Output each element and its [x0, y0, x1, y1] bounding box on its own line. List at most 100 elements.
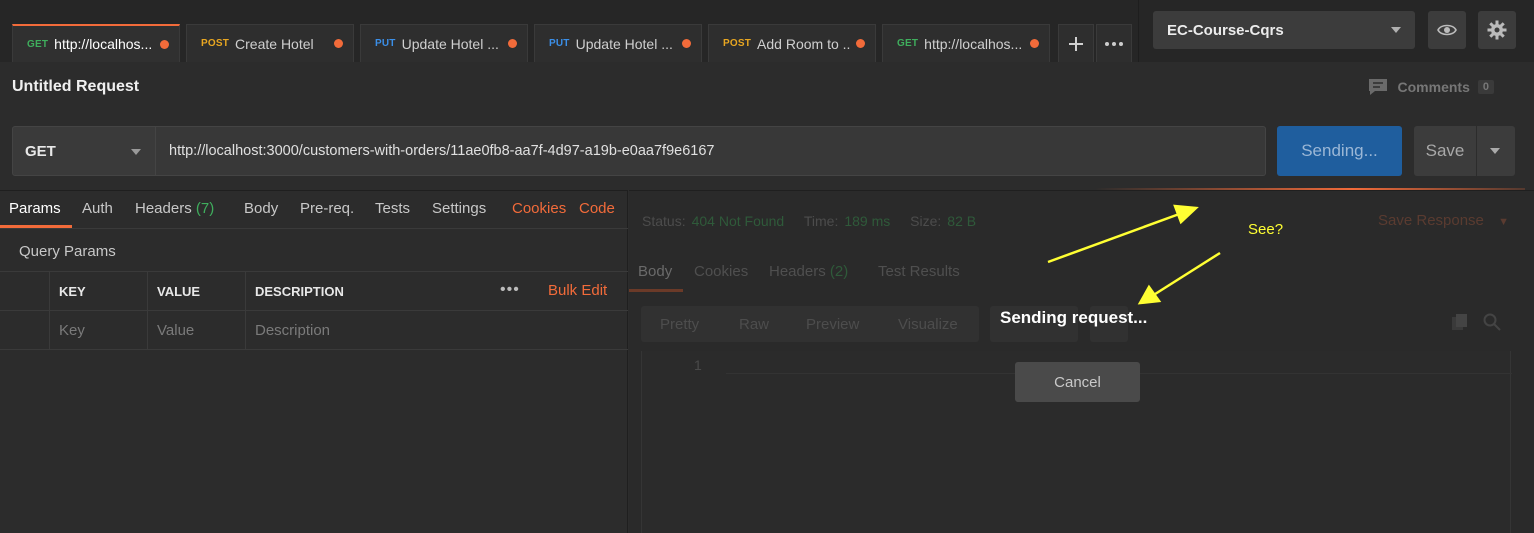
size-label: Size:	[910, 213, 942, 229]
save-options-button[interactable]	[1477, 126, 1515, 176]
tab-response-headers[interactable]: Headers (2)	[769, 263, 848, 280]
more-icon[interactable]: •••	[500, 281, 520, 299]
tab-response-cookies[interactable]: Cookies	[694, 263, 748, 280]
search-icon[interactable]	[1483, 313, 1501, 331]
tab-name: Add Room to ...	[757, 35, 850, 52]
format-raw[interactable]: Raw	[739, 316, 769, 333]
chevron-down-icon	[1391, 27, 1401, 33]
tab-method: GET	[897, 38, 919, 49]
tab-response-body[interactable]: Body	[638, 263, 672, 280]
tab-menu-button[interactable]	[1096, 24, 1132, 62]
status-label: Status:	[642, 213, 686, 229]
tab-settings[interactable]: Settings	[432, 200, 486, 217]
tab-params[interactable]: Params	[9, 200, 61, 217]
tab-headers-label: Headers	[135, 200, 192, 217]
unsaved-dot-icon	[334, 39, 343, 48]
tab-prerequest[interactable]: Pre-req.	[300, 200, 354, 217]
response-headers-count: (2)	[829, 263, 849, 280]
new-tab-button[interactable]	[1058, 24, 1094, 62]
tab-name: Update Hotel ...	[401, 35, 499, 52]
cancel-request-button[interactable]: Cancel	[1015, 362, 1140, 402]
plus-icon	[1069, 36, 1083, 51]
unsaved-dot-icon	[1030, 39, 1039, 48]
active-tab-indicator	[0, 225, 72, 228]
column-key: KEY	[49, 272, 147, 310]
description-input[interactable]: Description	[245, 311, 628, 349]
tab-method: POST	[201, 38, 230, 49]
method-select[interactable]: GET	[12, 126, 156, 176]
comments-button[interactable]: Comments 0	[1368, 78, 1494, 96]
request-tab-1[interactable]: GET http://localhos...	[12, 24, 180, 62]
request-tab-5[interactable]: POST Add Room to ...	[708, 24, 876, 62]
gear-icon	[1487, 20, 1507, 40]
tab-method: POST	[723, 38, 752, 49]
line-number: 1	[694, 357, 702, 373]
key-input[interactable]: Key	[49, 311, 147, 349]
unsaved-dot-icon	[856, 39, 865, 48]
cookies-link[interactable]: Cookies	[512, 200, 566, 217]
headers-count: (7)	[195, 200, 215, 217]
eye-icon	[1437, 24, 1457, 36]
format-visualize[interactable]: Visualize	[898, 316, 958, 333]
request-tab-6[interactable]: GET http://localhos...	[882, 24, 1050, 62]
tab-method: PUT	[375, 38, 396, 49]
tab-auth[interactable]: Auth	[82, 200, 113, 217]
environment-name: EC-Course-Cqrs	[1167, 21, 1284, 39]
tab-name: Create Hotel	[235, 35, 314, 52]
code-link[interactable]: Code	[579, 200, 615, 217]
url-bar: GET http://localhost:3000/customers-with…	[0, 112, 1534, 190]
request-tab-bar: GET http://localhos... POST Create Hotel…	[0, 0, 1534, 62]
chevron-down-icon: ▼	[1498, 216, 1509, 228]
copy-icon[interactable]	[1451, 313, 1469, 331]
url-input[interactable]: http://localhost:3000/customers-with-ord…	[156, 126, 1266, 176]
request-tab-2[interactable]: POST Create Hotel	[186, 24, 354, 62]
time-value: 189 ms	[844, 213, 891, 229]
annotation-label: See?	[1248, 221, 1284, 238]
request-tab-3[interactable]: PUT Update Hotel ...	[360, 24, 528, 62]
tab-name: Update Hotel ...	[575, 35, 673, 52]
response-tabs: Body Cookies Headers (2) Test Results	[629, 253, 1534, 292]
tab-method: GET	[27, 38, 49, 50]
format-preview[interactable]: Preview	[806, 316, 859, 333]
tab-tests[interactable]: Tests	[375, 200, 410, 217]
tab-headers[interactable]: Headers (7)	[135, 200, 214, 217]
format-selector: Pretty Raw Preview Visualize	[641, 306, 979, 342]
unsaved-dot-icon	[682, 39, 691, 48]
format-pretty[interactable]: Pretty	[660, 316, 699, 333]
request-subtabs: Params Auth Headers (7) Body Pre-req. Te…	[0, 191, 628, 229]
query-params-table: KEY VALUE DESCRIPTION ••• Bulk Edit Key …	[0, 271, 628, 350]
column-description: DESCRIPTION	[245, 272, 490, 310]
environment-select[interactable]: EC-Course-Cqrs	[1153, 11, 1415, 49]
value-input[interactable]: Value	[147, 311, 245, 349]
chevron-down-icon	[131, 149, 141, 155]
table-header-row: KEY VALUE DESCRIPTION ••• Bulk Edit	[0, 272, 628, 311]
request-title-row: Untitled Request Comments 0	[0, 62, 1534, 112]
tab-name: http://localhos...	[924, 35, 1023, 52]
unsaved-dot-icon	[160, 39, 169, 49]
tab-body[interactable]: Body	[244, 200, 278, 217]
comments-count: 0	[1477, 80, 1494, 94]
send-button[interactable]: Sending...	[1277, 126, 1402, 176]
save-response-button[interactable]: Save Response ▼	[1378, 212, 1509, 229]
time-label: Time:	[803, 213, 839, 229]
unsaved-dot-icon	[508, 39, 517, 48]
table-row: Key Value Description	[0, 311, 628, 350]
query-params-label: Query Params	[19, 243, 116, 260]
size-value: 82 B	[947, 213, 977, 229]
tab-test-results[interactable]: Test Results	[878, 263, 960, 280]
environment-area: EC-Course-Cqrs	[1138, 0, 1534, 62]
comment-icon	[1368, 79, 1387, 95]
settings-button[interactable]	[1478, 11, 1516, 49]
request-editor-pane: Params Auth Headers (7) Body Pre-req. Te…	[0, 190, 628, 533]
request-title[interactable]: Untitled Request	[12, 78, 139, 96]
environment-quick-look-button[interactable]	[1428, 11, 1466, 49]
active-tab-indicator	[629, 289, 683, 292]
save-button[interactable]: Save	[1414, 126, 1476, 176]
method-value: GET	[25, 142, 56, 160]
request-tab-4[interactable]: PUT Update Hotel ...	[534, 24, 702, 62]
bulk-edit-link[interactable]: Bulk Edit	[548, 282, 607, 299]
response-meta: Status: 404 Not Found Time: 189 ms Size: 82…	[642, 213, 992, 229]
status-value: 404 Not Found	[691, 213, 785, 229]
tab-name: http://localhos...	[54, 36, 153, 52]
save-response-label: Save Response	[1378, 212, 1484, 229]
